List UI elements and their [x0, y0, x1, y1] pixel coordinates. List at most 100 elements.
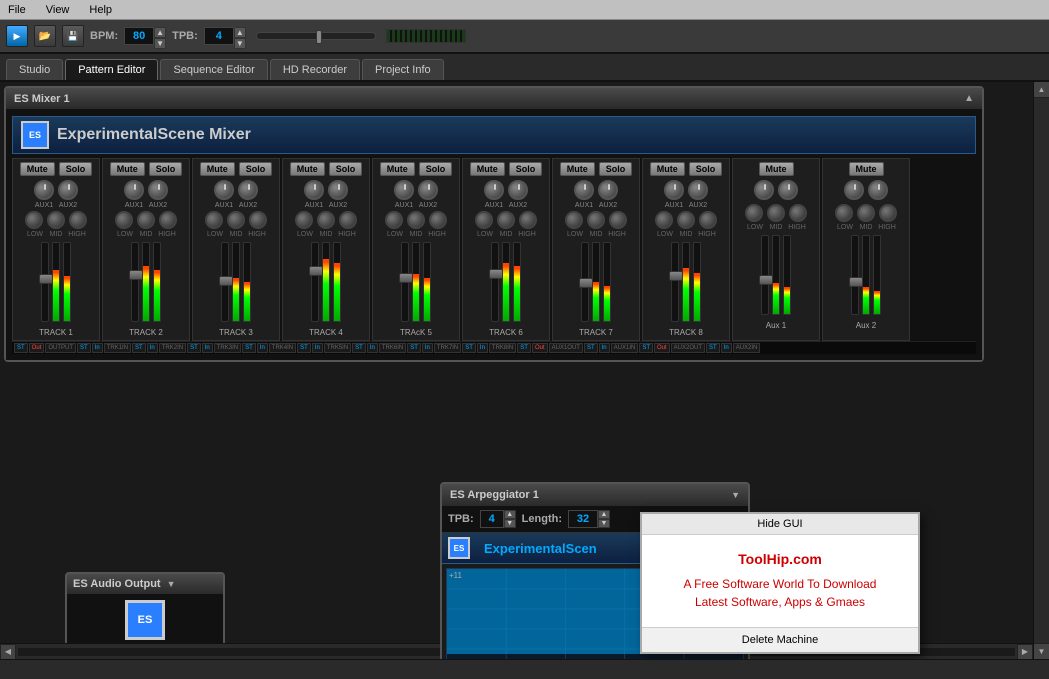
ch1-low-knob[interactable]: [25, 211, 43, 229]
ch2-mute[interactable]: Mute: [110, 162, 145, 176]
aux1-low-knob[interactable]: [745, 204, 763, 222]
ch8-mute[interactable]: Mute: [650, 162, 685, 176]
tab-pattern-editor[interactable]: Pattern Editor: [65, 59, 158, 80]
tab-sequence-editor[interactable]: Sequence Editor: [160, 59, 267, 80]
ch7-mid-knob[interactable]: [587, 211, 605, 229]
arp-tpb-spinner[interactable]: ▲ ▼: [504, 510, 516, 528]
ch7-aux1-knob[interactable]: [574, 180, 594, 200]
ch8-mid-knob[interactable]: [677, 211, 695, 229]
ch8-aux2-knob[interactable]: [688, 180, 708, 200]
aux1-knob1[interactable]: [754, 180, 774, 200]
ch4-aux2-knob[interactable]: [328, 180, 348, 200]
arp-length-up[interactable]: ▲: [598, 510, 610, 519]
ch6-aux2-knob[interactable]: [508, 180, 528, 200]
ch3-fader[interactable]: [221, 242, 229, 322]
scroll-up-button[interactable]: ▲: [1034, 82, 1049, 98]
arp-length-spinner[interactable]: ▲ ▼: [598, 510, 610, 528]
ch6-mid-knob[interactable]: [497, 211, 515, 229]
ch1-mute[interactable]: Mute: [20, 162, 55, 176]
ch3-mid-knob[interactable]: [227, 211, 245, 229]
ch7-high-knob[interactable]: [609, 211, 627, 229]
ch6-high-knob[interactable]: [519, 211, 537, 229]
ch8-low-knob[interactable]: [655, 211, 673, 229]
aux2-knob1[interactable]: [844, 180, 864, 200]
ch4-mid-knob[interactable]: [317, 211, 335, 229]
ch5-high-knob[interactable]: [429, 211, 447, 229]
ch6-fader[interactable]: [491, 242, 499, 322]
tpb-down[interactable]: [234, 38, 246, 49]
ch5-fader[interactable]: [401, 242, 409, 322]
ch3-low-knob[interactable]: [205, 211, 223, 229]
delete-machine-button[interactable]: Delete Machine: [642, 627, 918, 652]
ch3-mute[interactable]: Mute: [200, 162, 235, 176]
mixer-collapse-icon[interactable]: ▲: [964, 93, 974, 104]
ch5-low-knob[interactable]: [385, 211, 403, 229]
ch4-fader[interactable]: [311, 242, 319, 322]
aux2-mid-knob[interactable]: [857, 204, 875, 222]
scrollbar-right[interactable]: ▲ ▼: [1033, 82, 1049, 659]
ch1-solo[interactable]: Solo: [59, 162, 93, 176]
ch8-high-knob[interactable]: [699, 211, 717, 229]
scroll-left-button[interactable]: ◀: [0, 644, 16, 660]
toolbar-folder-button[interactable]: 📂: [34, 25, 56, 47]
aux1-fader[interactable]: [761, 235, 769, 315]
bpm-value[interactable]: 80: [124, 27, 154, 45]
aux1-mute[interactable]: Mute: [759, 162, 794, 176]
playback-slider[interactable]: [256, 32, 376, 40]
bpm-up[interactable]: [154, 27, 166, 38]
scroll-right-button[interactable]: ▶: [1017, 644, 1033, 660]
tpb-value[interactable]: 4: [204, 27, 234, 45]
menu-help[interactable]: Help: [85, 4, 116, 16]
arp-collapse-icon[interactable]: ▼: [731, 490, 740, 500]
tab-studio[interactable]: Studio: [6, 59, 63, 80]
ch3-solo[interactable]: Solo: [239, 162, 273, 176]
ch8-aux1-knob[interactable]: [664, 180, 684, 200]
aux2-low-knob[interactable]: [835, 204, 853, 222]
arp-length-value[interactable]: 32: [568, 510, 598, 528]
ch2-aux2-knob[interactable]: [148, 180, 168, 200]
ch7-solo[interactable]: Solo: [599, 162, 633, 176]
ch7-low-knob[interactable]: [565, 211, 583, 229]
ch6-mute[interactable]: Mute: [470, 162, 505, 176]
ch3-aux1-knob[interactable]: [214, 180, 234, 200]
ch8-solo[interactable]: Solo: [689, 162, 723, 176]
aux2-high-knob[interactable]: [879, 204, 897, 222]
aux1-knob2[interactable]: [778, 180, 798, 200]
ch3-high-knob[interactable]: [249, 211, 267, 229]
toolbar-power-button[interactable]: ▶: [6, 25, 28, 47]
ch2-high-knob[interactable]: [159, 211, 177, 229]
ch4-solo[interactable]: Solo: [329, 162, 363, 176]
ch6-aux1-knob[interactable]: [484, 180, 504, 200]
ch4-high-knob[interactable]: [339, 211, 357, 229]
hide-gui-button[interactable]: Hide GUI: [642, 514, 918, 535]
aux1-high-knob[interactable]: [789, 204, 807, 222]
ch5-aux1-knob[interactable]: [394, 180, 414, 200]
ch2-mid-knob[interactable]: [137, 211, 155, 229]
tab-hd-recorder[interactable]: HD Recorder: [270, 59, 360, 80]
ch1-aux1-knob[interactable]: [34, 180, 54, 200]
ch7-fader[interactable]: [581, 242, 589, 322]
ch2-low-knob[interactable]: [115, 211, 133, 229]
ch4-low-knob[interactable]: [295, 211, 313, 229]
arp-tpb-down[interactable]: ▼: [504, 519, 516, 528]
bpm-spinner[interactable]: [154, 27, 166, 45]
tpb-up[interactable]: [234, 27, 246, 38]
ch4-mute[interactable]: Mute: [290, 162, 325, 176]
ch3-aux2-knob[interactable]: [238, 180, 258, 200]
ch5-aux2-knob[interactable]: [418, 180, 438, 200]
arp-tpb-value[interactable]: 4: [480, 510, 504, 528]
aux2-fader[interactable]: [851, 235, 859, 315]
ch7-mute[interactable]: Mute: [560, 162, 595, 176]
aux2-mute[interactable]: Mute: [849, 162, 884, 176]
ch6-solo[interactable]: Solo: [509, 162, 543, 176]
arp-length-down[interactable]: ▼: [598, 519, 610, 528]
ch2-aux1-knob[interactable]: [124, 180, 144, 200]
ch2-solo[interactable]: Solo: [149, 162, 183, 176]
tpb-spinner[interactable]: [234, 27, 246, 45]
ch8-fader[interactable]: [671, 242, 679, 322]
ch4-aux1-knob[interactable]: [304, 180, 324, 200]
bpm-down[interactable]: [154, 38, 166, 49]
ch5-mid-knob[interactable]: [407, 211, 425, 229]
ch1-mid-knob[interactable]: [47, 211, 65, 229]
menu-view[interactable]: View: [42, 4, 74, 16]
